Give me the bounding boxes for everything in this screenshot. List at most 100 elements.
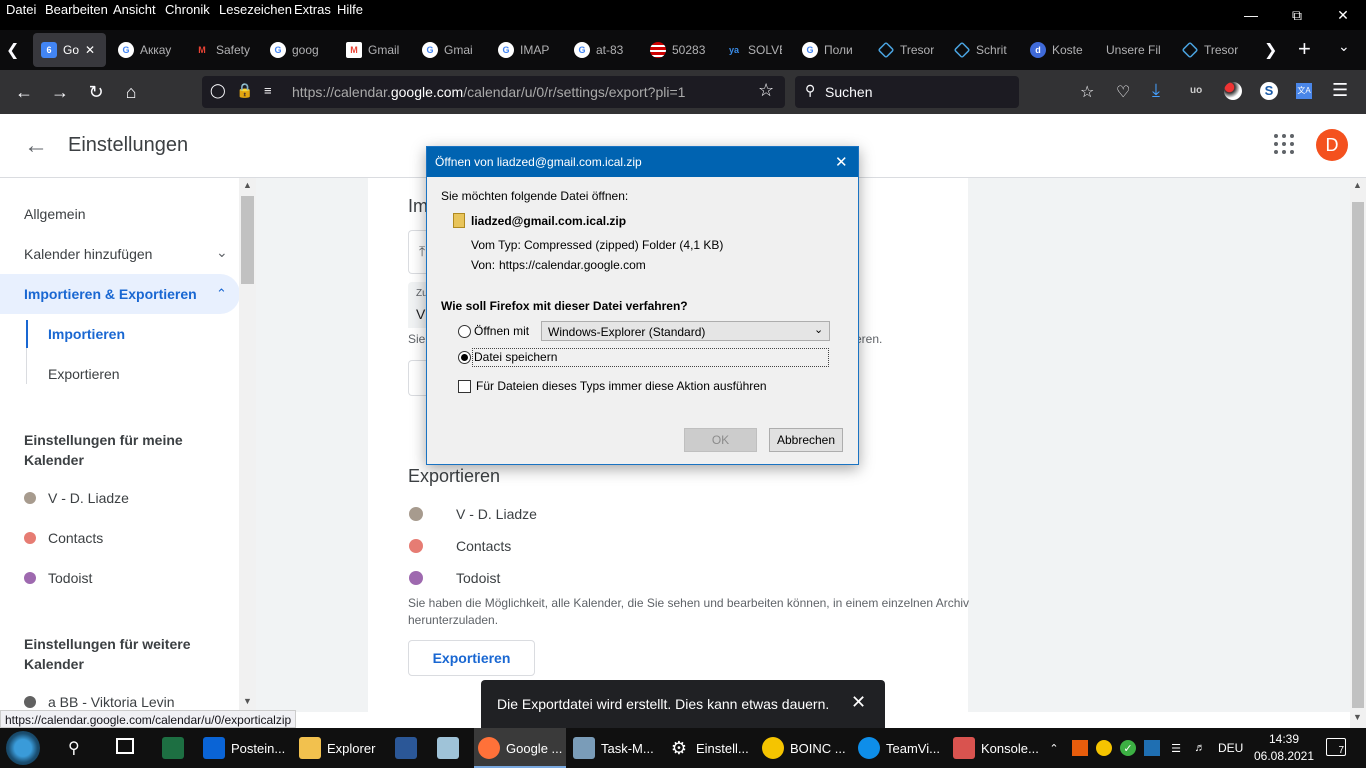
start-button[interactable] [6,731,40,765]
tab-at-83[interactable]: Gat-83 [574,33,630,67]
notification-center-icon[interactable]: 7 [1326,738,1346,756]
sidebar-calendar-todoist[interactable]: Todoist [48,570,92,586]
select-file-button[interactable]: ⤒ [408,230,428,274]
tab-safety[interactable]: M Safety [194,33,250,67]
language-indicator[interactable]: DEU [1218,741,1243,755]
scrollbar-thumb[interactable] [1352,202,1364,708]
back-icon[interactable]: ← [10,78,38,106]
tabs-scroll-right-icon[interactable]: ❯ [1264,40,1277,60]
taskbar-settings[interactable]: ⚙ Einstell... [668,728,749,768]
cancel-button[interactable]: Abbrechen [769,428,843,452]
always-checkbox[interactable] [458,380,471,393]
snackbar-close-icon[interactable]: ✕ [851,692,866,713]
close-window-icon[interactable]: ✕ [1320,0,1366,30]
minimize-icon[interactable]: — [1228,0,1274,30]
tray-boinc-icon[interactable] [1096,740,1112,756]
chevron-up-icon[interactable]: ⌃ [216,286,227,302]
scroll-up-icon[interactable]: ▲ [243,180,252,190]
tab-schritt[interactable]: Schrit [954,33,1010,67]
lock-icon[interactable]: 🔒 [236,82,253,99]
tray-check-icon[interactable]: ✓ [1120,740,1136,756]
taskbar-console[interactable]: Konsole... [953,728,1039,768]
pocket-icon[interactable]: ♡ [1116,82,1130,102]
bookmark-star-icon[interactable]: ☆ [758,80,774,101]
taskbar-firefox[interactable]: Google ... [478,728,562,768]
tab-kosten[interactable]: d Koste [1030,33,1086,67]
restore-icon[interactable]: ⧉ [1274,0,1320,30]
s-extension-icon[interactable]: S [1260,82,1278,100]
search-taskbar-icon[interactable]: ⚲ [68,738,80,758]
translate-icon[interactable]: 文A [1296,83,1312,99]
tab-accounts[interactable]: G Аккау [118,33,178,67]
ublock-icon[interactable]: uo [1190,85,1202,96]
reload-icon[interactable]: ↻ [82,78,110,106]
tab-unsere-fil[interactable]: Unsere Fil [1106,33,1164,67]
calendar-select-field[interactable]: Zu V [408,282,428,328]
menu-lesezeichen[interactable]: Lesezeichen [219,2,292,17]
wifi-icon[interactable]: ☰ [1168,740,1184,756]
dialog-close-icon[interactable]: ✕ [835,153,848,171]
chevron-down-icon[interactable]: ⌄ [216,244,228,261]
tab-google[interactable]: Ggoog [270,33,326,67]
hamburger-menu-icon[interactable]: ☰ [1332,80,1348,101]
search-input[interactable]: ⚲ Suchen [795,76,1019,108]
taskbar-explorer[interactable]: Explorer [299,728,375,768]
tab-imap[interactable]: G IMAP [498,33,554,67]
new-tab-icon[interactable]: + [1298,36,1311,62]
tab-list-chevron-icon[interactable]: ⌄ [1338,38,1350,55]
url-bar[interactable]: ◯ 🔒 ≡ https://calendar.google.com/calend… [202,76,785,108]
scroll-up-icon[interactable]: ▲ [1353,180,1362,190]
open-with-label[interactable]: Öffnen mit [474,324,529,338]
page-scrollbar[interactable]: ▲ ▼ [1350,178,1366,728]
open-with-radio[interactable] [458,325,471,338]
tab-gmail-2[interactable]: G Gmai [422,33,478,67]
tab-50283[interactable]: 50283 [650,33,706,67]
taskbar-word[interactable] [395,728,423,768]
clock-time[interactable]: 14:39 [1254,732,1314,746]
sidebar-item-importieren[interactable]: Importieren [48,326,125,342]
sidebar-scrollbar[interactable]: ▲ ▼ [239,178,256,712]
downloads-icon[interactable]: ⤓ [1152,80,1160,101]
tab-tresor[interactable]: Tresor [878,33,934,67]
sidebar-calendar-bb-viktoria[interactable]: a BB - Viktoria Levin [48,694,175,710]
shield-icon[interactable]: ◯ [210,82,226,99]
tray-network-app-icon[interactable] [1144,740,1160,756]
sidebar-item-import-export[interactable]: Importieren & Exportieren [24,286,197,302]
taskbar-notepad[interactable] [437,728,465,768]
menu-chronik[interactable]: Chronik [165,2,210,17]
taskbar-excel[interactable] [162,728,190,768]
save-file-radio[interactable] [458,351,471,364]
sidebar-item-allgemein[interactable]: Allgemein [24,206,85,222]
tabs-scroll-left-icon[interactable]: ❮ [6,40,19,60]
clock-date[interactable]: 06.08.2021 [1250,749,1318,763]
menu-hilfe[interactable]: Hilfe [337,2,363,17]
home-icon[interactable]: ⌂ [117,78,145,106]
back-arrow-icon[interactable]: ← [24,132,48,160]
tab-gmail[interactable]: M Gmail [346,33,402,67]
ok-button[interactable]: OK [684,428,757,452]
taskbar-outlook[interactable]: Postein... [203,728,285,768]
tab-google-calendar[interactable]: 6 Go ✕ [33,33,106,67]
close-tab-icon[interactable]: ✕ [85,43,95,57]
taskbar-task-manager[interactable]: Task-M... [573,728,654,768]
avatar[interactable]: D [1316,129,1348,161]
tray-expand-icon[interactable]: ⌃ [1046,740,1062,756]
taskbar-boinc[interactable]: BOINC ... [762,728,846,768]
sidebar-item-exportieren[interactable]: Exportieren [48,366,120,382]
tray-app-icon[interactable] [1072,740,1088,756]
scroll-down-icon[interactable]: ▼ [243,696,252,706]
forward-icon[interactable]: → [46,78,74,106]
volume-icon[interactable]: ♬ [1192,740,1208,756]
import-button[interactable] [408,360,428,396]
save-file-label[interactable]: Datei speichern [474,350,557,364]
apps-grid-icon[interactable] [1274,134,1296,156]
taskbar-teamviewer[interactable]: TeamVi... [858,728,940,768]
tab-tresor-2[interactable]: Tresor [1182,33,1238,67]
menu-datei[interactable]: Datei [6,2,36,17]
menu-bearbeiten[interactable]: Bearbeiten [45,2,108,17]
menu-ansicht[interactable]: Ansicht [113,2,156,17]
permissions-icon[interactable]: ≡ [264,83,272,98]
sidebar-item-kalender-hinzufuegen[interactable]: Kalender hinzufügen [24,246,152,262]
scroll-down-icon[interactable]: ▼ [1353,712,1362,722]
scrollbar-thumb[interactable] [241,196,254,284]
